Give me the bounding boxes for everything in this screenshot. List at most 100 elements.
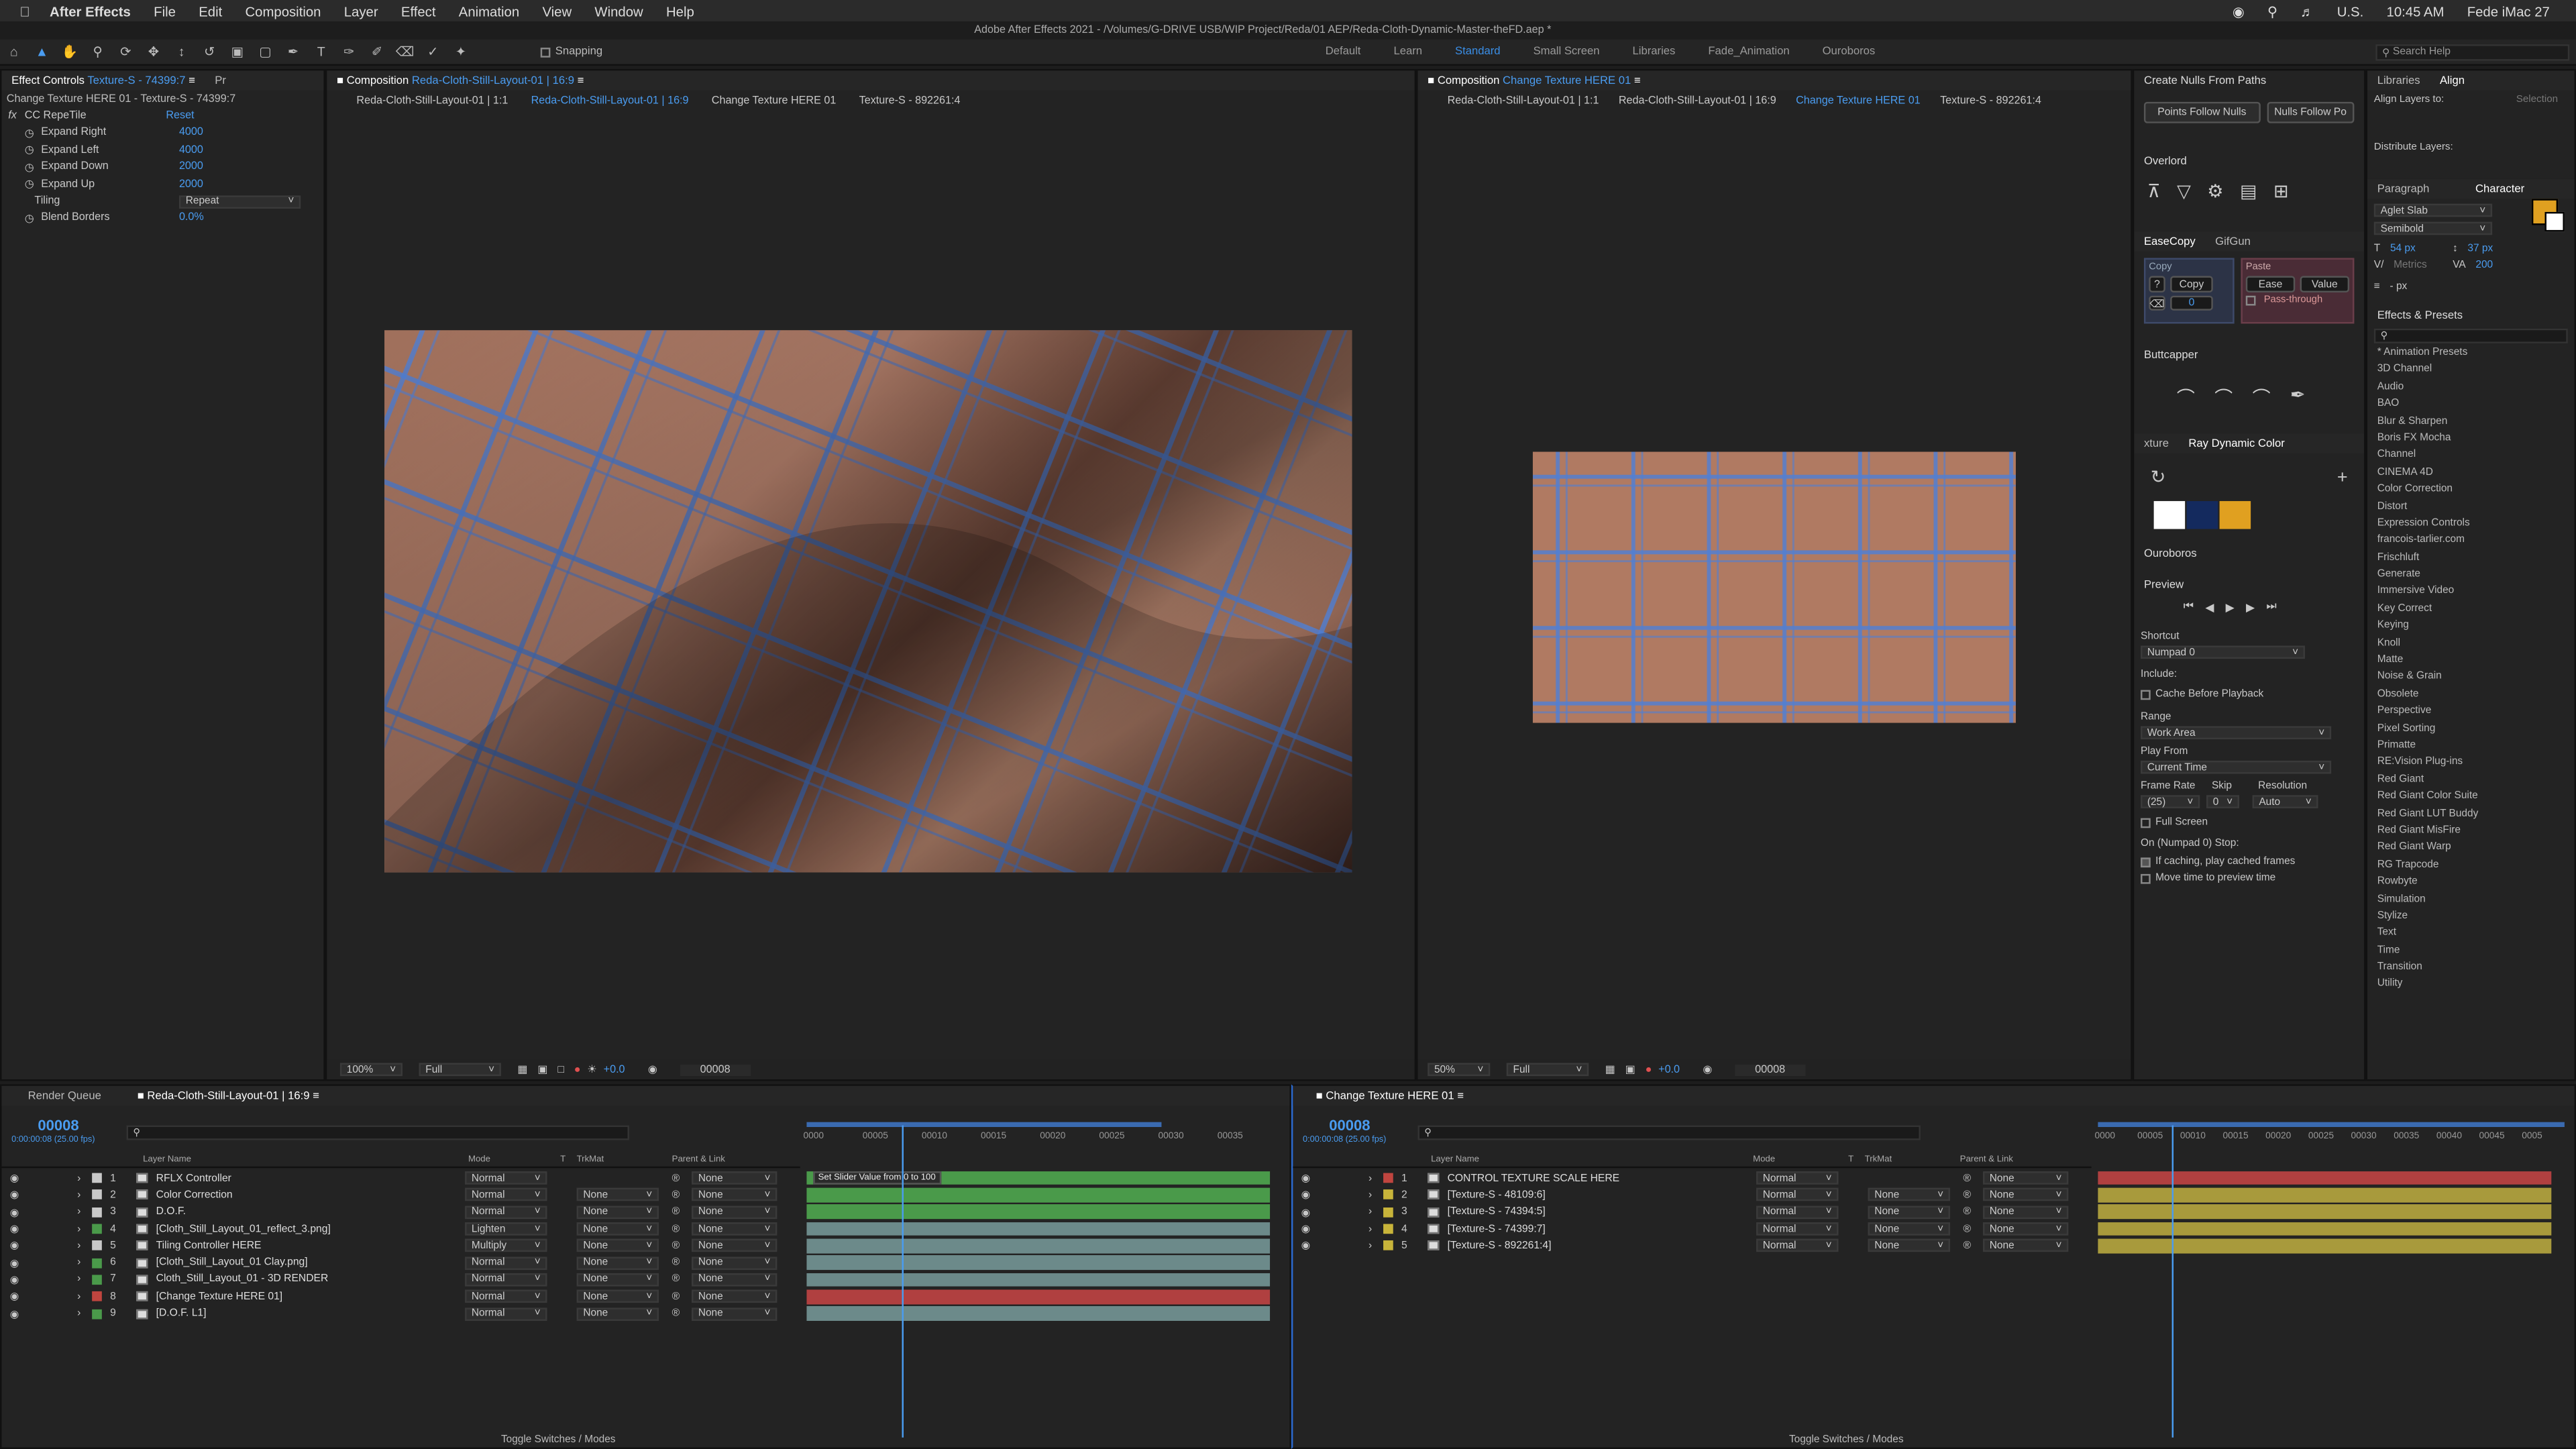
pickwhip-icon[interactable]: ® [672,1206,680,1218]
trkmat-dropdown[interactable]: None ˅ [576,1290,659,1303]
effects-category-item[interactable]: Red Giant [2377,773,2565,790]
layer-mode-dropdown[interactable]: Normal ˅ [465,1307,547,1320]
visibility-eye-icon[interactable]: ◉ [10,1273,19,1286]
pen-tool-icon[interactable]: ✒ [283,44,303,60]
pickwhip-icon[interactable]: ® [1964,1223,1972,1234]
rdc-add-icon[interactable]: + [2337,468,2348,487]
parent-dropdown[interactable]: None ˅ [692,1307,777,1320]
visibility-eye-icon[interactable]: ◉ [1301,1205,1311,1218]
effects-category-item[interactable]: Red Giant MisFire [2377,824,2565,841]
effects-category-item[interactable]: Color Correction [2377,483,2565,500]
visibility-eye-icon[interactable]: ◉ [1301,1171,1311,1185]
layer-mode-dropdown[interactable]: Normal ˅ [1756,1188,1839,1202]
effects-category-item[interactable]: 3D Channel [2377,364,2565,380]
parent-dropdown[interactable]: None ˅ [1982,1222,2069,1236]
layer-duration-bar[interactable] [2098,1238,2552,1253]
effects-category-item[interactable]: Rowbyte [2377,876,2565,893]
menu-view[interactable]: View [542,3,572,19]
layer-duration-bar[interactable] [806,1306,1271,1321]
layer-duration-bar[interactable] [2098,1187,2552,1203]
timeline2-playhead[interactable] [2171,1125,2174,1438]
texture-tab-partial[interactable]: xture [2144,438,2169,449]
layer-name[interactable]: [Texture-S - 48109:6] [1448,1189,1546,1201]
comp1-resolution-dropdown[interactable]: Full ˅ [419,1063,501,1077]
cap-pen-icon[interactable]: ✒ [2290,384,2306,411]
layer-name[interactable]: CONTROL TEXTURE SCALE HERE [1448,1173,1620,1184]
parent-dropdown[interactable]: None ˅ [692,1205,777,1219]
layer-name[interactable]: [Texture-S - 74394:5] [1448,1206,1546,1218]
layer-name[interactable]: Tiling Controller HERE [156,1240,262,1252]
effects-category-item[interactable]: Keying [2377,620,2565,637]
comp1-crumb-4[interactable]: Texture-S - 892261:4 [859,95,961,106]
points-follow-nulls-button[interactable]: Points Follow Nulls [2143,101,2260,123]
parent-dropdown[interactable]: None ˅ [692,1256,777,1270]
kerning-value[interactable]: Metrics [2394,260,2443,271]
pickwhip-icon[interactable]: ® [1964,1206,1972,1218]
pickwhip-icon[interactable]: ® [1964,1240,1972,1252]
menu-help[interactable]: Help [666,3,694,19]
effects-category-item[interactable]: Simulation [2377,893,2565,910]
effects-category-item[interactable]: Key Correct [2377,602,2565,619]
label-color-swatch[interactable] [92,1207,102,1218]
pass-through-checkbox[interactable] [2245,295,2256,306]
effects-category-item[interactable]: Generate [2377,569,2565,586]
effects-category-item[interactable]: * Animation Presets [2377,347,2565,364]
table-row[interactable]: ◉ › 5 [Texture-S - 892261:4] Normal ˅ None ˅ ® No… [1293,1238,2091,1254]
label-color-swatch[interactable] [92,1190,102,1200]
pickwhip-icon[interactable]: ® [672,1274,680,1285]
menu-animation[interactable]: Animation [459,3,519,19]
comp1-crumb-1[interactable]: Reda-Cloth-Still-Layout-01 | 1:1 [356,95,508,106]
project-tab[interactable]: Pr [215,74,226,86]
comp1-zoom-dropdown[interactable]: 100% ˅ [339,1063,403,1077]
stopwatch-icon[interactable]: ◷ [25,144,41,156]
parent-dropdown[interactable]: None ˅ [692,1239,777,1252]
layer-duration-bar[interactable] [806,1255,1271,1271]
table-row[interactable]: ◉ › 9 [D.O.F. L1] Normal ˅ None ˅ ® None ˅ [1,1305,800,1322]
stopwatch-icon[interactable]: ◷ [25,160,41,174]
search-help-field[interactable]: ⚲ Search Help [2375,43,2570,60]
table-row[interactable]: ◉ › 4 [Texture-S - 74399:7] Normal ˅ None ˅ ® Non… [1293,1220,2091,1237]
cached-frames-checkbox[interactable] [2141,857,2151,867]
trkmat-dropdown[interactable]: None ˅ [576,1307,659,1320]
effects-category-item[interactable]: Audio [2377,381,2565,398]
workspace-libraries[interactable]: Libraries [1633,46,1676,58]
layer-name[interactable]: Color Correction [156,1189,233,1201]
layer-duration-bar[interactable] [806,1272,1271,1287]
expand-arrow-icon[interactable]: › [77,1257,80,1269]
layer-mode-dropdown[interactable]: Normal ˅ [465,1256,547,1270]
table-row[interactable]: ◉ › 5 Tiling Controller HERE Multiply ˅ None ˅ ®… [1,1238,800,1254]
visibility-eye-icon[interactable]: ◉ [10,1307,19,1320]
fx-prop-value[interactable]: 4000 [179,144,203,156]
layer-mode-dropdown[interactable]: Lighten ˅ [465,1222,547,1236]
layer-duration-bar[interactable] [806,1222,1271,1236]
menu-window[interactable]: Window [594,3,643,19]
comp2-channel-icon[interactable]: ● [1646,1064,1652,1075]
fx-reset-link[interactable]: Reset [166,110,194,121]
expand-arrow-icon[interactable]: › [1368,1173,1372,1184]
label-color-swatch[interactable] [1383,1207,1393,1218]
comp1-grid-icon[interactable]: ▦ [517,1063,527,1076]
table-row[interactable]: ◉ › 1 RFLX Controller Normal ˅ ® None ˅ [1,1170,800,1187]
label-color-swatch[interactable] [92,1291,102,1302]
pickwhip-icon[interactable]: ® [672,1257,680,1269]
workspace-small-screen[interactable]: Small Screen [1534,46,1600,58]
fx-prop-value[interactable]: 4000 [179,127,203,139]
overlord-pull-icon[interactable]: ▽ [2177,180,2191,202]
dolly-tool-icon[interactable]: ↕ [172,44,191,60]
label-color-swatch[interactable] [1383,1173,1393,1183]
layer-mode-dropdown[interactable]: Normal ˅ [465,1290,547,1303]
table-row[interactable]: ◉ › 8 [Change Texture HERE 01] Normal ˅ None ˅ ®… [1,1288,800,1305]
comp1-exposure-icon[interactable]: ☀ [587,1063,597,1076]
expand-arrow-icon[interactable]: › [77,1291,80,1302]
comp1-timecode[interactable]: 00008 [680,1063,750,1075]
rotate-tool-icon[interactable]: ↺ [200,44,219,60]
comp1-viewer[interactable] [384,330,1352,873]
workspace-default[interactable]: Default [1326,46,1361,58]
timeline1-ruler[interactable]: 0000 00005 00010 00015 00020 00025 00030 00035 [804,1132,1277,1148]
rdc-swatch-white[interactable] [2153,500,2186,529]
menubar-user[interactable]: Fede iMac 27 [2467,3,2550,19]
frame-rate-dropdown[interactable]: (25) ˅ [2141,795,2200,808]
table-row[interactable]: ◉ › 1 CONTROL TEXTURE SCALE HERE Normal ˅ ® Non… [1293,1170,2091,1187]
effects-category-item[interactable]: Expression Controls [2377,517,2565,534]
layer-duration-bar[interactable] [2098,1171,2552,1185]
